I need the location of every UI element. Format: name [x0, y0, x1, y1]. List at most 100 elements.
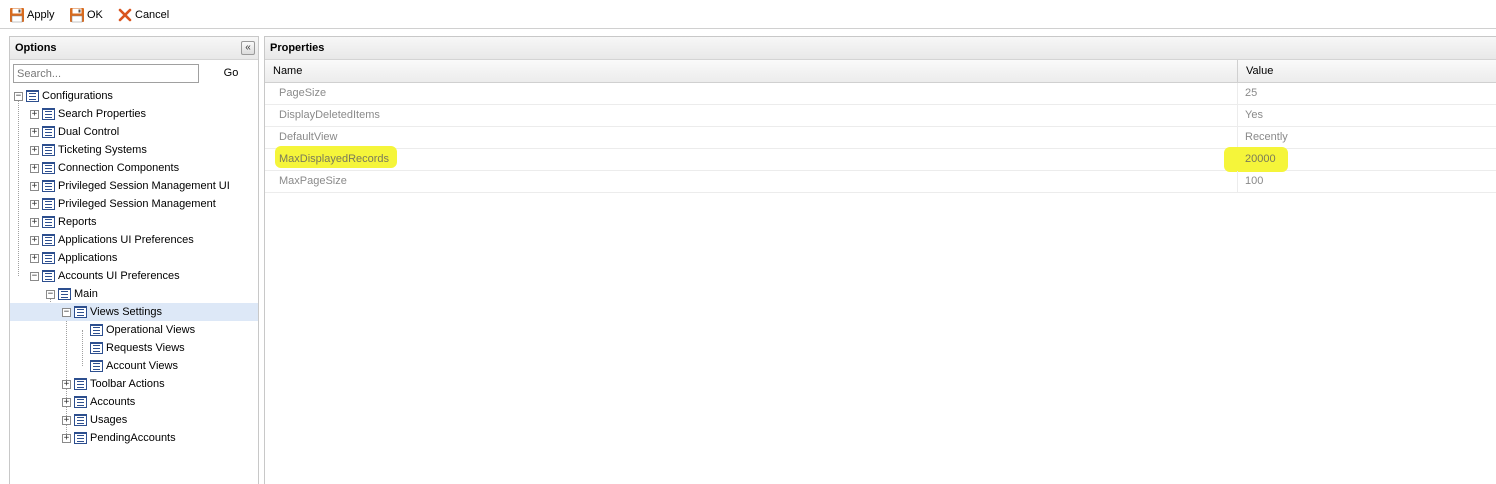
- settings-node-icon: [90, 324, 103, 336]
- settings-node-icon: [90, 342, 103, 354]
- expand-icon[interactable]: +: [62, 379, 71, 389]
- collapse-icon[interactable]: −: [46, 289, 55, 299]
- settings-node-icon: [90, 360, 103, 372]
- expand-icon[interactable]: +: [30, 145, 39, 155]
- property-value: 25: [1245, 87, 1258, 99]
- tree-node[interactable]: − Accounts UI Preferences: [30, 267, 180, 285]
- collapse-icon[interactable]: −: [62, 307, 71, 317]
- tree-node[interactable]: + Connection Components: [30, 159, 179, 177]
- settings-node-icon: [42, 252, 55, 264]
- tree-node-label: Views Settings: [90, 306, 162, 318]
- property-row[interactable]: MaxPageSize 100: [265, 171, 1496, 193]
- expand-icon[interactable]: +: [62, 397, 71, 407]
- column-header-name[interactable]: Name: [265, 60, 1238, 82]
- cancel-button[interactable]: Cancel: [117, 6, 169, 24]
- collapse-icon[interactable]: −: [14, 91, 23, 101]
- tree-node-label: Usages: [90, 414, 128, 426]
- tree-node[interactable]: + Toolbar Actions: [62, 375, 165, 393]
- tree-node[interactable]: Account Views: [78, 357, 178, 375]
- property-name-cell: MaxPageSize: [265, 171, 1238, 192]
- tree-node[interactable]: − Main: [46, 285, 98, 303]
- tree-node[interactable]: − Configurations: [14, 87, 113, 105]
- tree-node[interactable]: + Accounts: [62, 393, 135, 411]
- tree-node[interactable]: + Search Properties: [30, 105, 146, 123]
- property-row[interactable]: DisplayDeletedItems Yes: [265, 105, 1496, 127]
- property-name: MaxDisplayedRecords: [279, 153, 390, 165]
- properties-title: Properties: [270, 42, 325, 54]
- tree-node[interactable]: − Views Settings: [10, 303, 258, 321]
- property-row[interactable]: DefaultView Recently: [265, 127, 1496, 149]
- apply-button[interactable]: Apply: [9, 6, 55, 24]
- tree-node-label: Main: [74, 288, 98, 300]
- settings-node-icon: [42, 216, 55, 228]
- tree-node-label: Toolbar Actions: [90, 378, 165, 390]
- property-value-cell[interactable]: Yes: [1238, 105, 1496, 126]
- settings-node-icon: [58, 288, 71, 300]
- collapse-icon[interactable]: −: [30, 271, 39, 281]
- property-name-cell: DefaultView: [265, 127, 1238, 148]
- close-icon: [118, 8, 132, 22]
- settings-node-icon: [42, 144, 55, 156]
- grid-header: Name Value: [265, 60, 1496, 83]
- settings-node-icon: [42, 270, 55, 282]
- tree-node[interactable]: + Usages: [62, 411, 127, 429]
- expand-icon[interactable]: +: [30, 235, 39, 245]
- settings-node-icon: [26, 90, 39, 102]
- property-value-cell[interactable]: 25: [1238, 83, 1496, 104]
- property-name: DefaultView: [279, 131, 338, 143]
- expand-icon[interactable]: +: [30, 181, 39, 191]
- settings-node-icon: [42, 108, 55, 120]
- tree-node[interactable]: + Ticketing Systems: [30, 141, 147, 159]
- tree-node[interactable]: + PendingAccounts: [62, 429, 176, 447]
- tree-node[interactable]: + Applications UI Preferences: [30, 231, 194, 249]
- property-value-cell[interactable]: 100: [1238, 171, 1496, 192]
- property-name-cell: PageSize: [265, 83, 1238, 104]
- settings-node-icon: [42, 126, 55, 138]
- property-row[interactable]: PageSize 25: [265, 83, 1496, 105]
- tree-node-label: Account Views: [106, 360, 178, 372]
- settings-node-icon: [42, 162, 55, 174]
- ok-button[interactable]: OK: [69, 6, 103, 24]
- options-header: Options «: [10, 37, 258, 60]
- property-name-cell: DisplayDeletedItems: [265, 105, 1238, 126]
- expand-icon[interactable]: +: [30, 163, 39, 173]
- tree-node-label: Requests Views: [106, 342, 185, 354]
- tree-node-label: Dual Control: [58, 126, 120, 138]
- tree-node-label: Accounts UI Preferences: [58, 270, 180, 282]
- property-row[interactable]: MaxDisplayedRecords 20000: [265, 146, 1496, 172]
- column-header-value[interactable]: Value: [1238, 60, 1496, 82]
- tree-node[interactable]: + Dual Control: [30, 123, 119, 141]
- settings-node-icon: [42, 234, 55, 246]
- tree-node[interactable]: + Privileged Session Management UI: [30, 177, 230, 195]
- expand-icon[interactable]: +: [30, 217, 39, 227]
- search-row: Go: [10, 60, 258, 87]
- properties-header: Properties: [265, 37, 1496, 60]
- settings-node-icon: [74, 414, 87, 426]
- tree-node[interactable]: + Applications: [30, 249, 117, 267]
- property-name: MaxPageSize: [279, 175, 347, 187]
- property-value-cell[interactable]: Recently: [1238, 127, 1496, 148]
- tree-node[interactable]: Requests Views: [78, 339, 185, 357]
- go-button[interactable]: Go: [208, 64, 254, 83]
- tree-node-label: Configurations: [42, 90, 113, 102]
- property-value: Recently: [1245, 131, 1288, 143]
- tree-node[interactable]: + Privileged Session Management: [30, 195, 216, 213]
- tree-node-label: PendingAccounts: [90, 432, 176, 444]
- collapse-panel-button[interactable]: «: [241, 41, 255, 55]
- tree-node-label: Privileged Session Management: [58, 198, 216, 210]
- toolbar: Apply OK Cancel: [0, 0, 1496, 29]
- expand-icon[interactable]: +: [62, 433, 71, 443]
- expand-icon[interactable]: +: [30, 253, 39, 263]
- settings-node-icon: [42, 198, 55, 210]
- tree-node-label: Privileged Session Management UI: [58, 180, 230, 192]
- tree-node-label: Applications UI Preferences: [58, 234, 194, 246]
- search-input[interactable]: [13, 64, 199, 83]
- properties-panel: Properties Name Value PageSize 25 DisplayD…: [264, 36, 1496, 484]
- expand-icon[interactable]: +: [30, 199, 39, 209]
- expand-icon[interactable]: +: [30, 127, 39, 137]
- property-value-cell[interactable]: 20000: [1224, 147, 1496, 172]
- expand-icon[interactable]: +: [62, 415, 71, 425]
- tree-node[interactable]: + Reports: [30, 213, 97, 231]
- tree-node[interactable]: Operational Views: [78, 321, 195, 339]
- expand-icon[interactable]: +: [30, 109, 39, 119]
